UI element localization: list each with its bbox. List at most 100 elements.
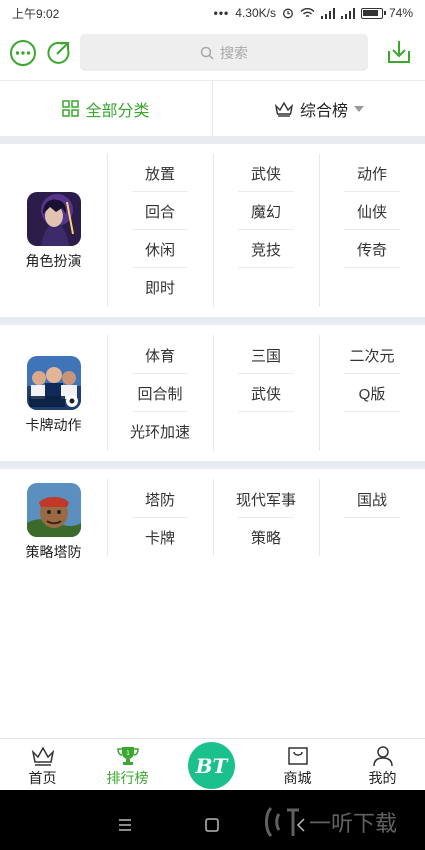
- tab-ranking[interactable]: 1 排行榜: [85, 739, 170, 791]
- tag-divider: [344, 373, 400, 374]
- strategy-game-icon: [26, 483, 81, 537]
- download-icon[interactable]: [385, 38, 413, 66]
- status-bar: 上午9:02 ••• 4.30K/s 74%: [0, 0, 425, 26]
- watermark: 一听下载: [263, 805, 397, 839]
- tag-divider: [238, 517, 294, 518]
- svg-text:1: 1: [126, 750, 130, 757]
- tag-divider: [132, 191, 188, 192]
- share-icon[interactable]: [45, 39, 73, 67]
- user-icon: [372, 746, 393, 766]
- tag-button[interactable]: 塔防: [107, 480, 213, 518]
- tag-divider: [132, 373, 188, 374]
- tag-button[interactable]: 策略: [213, 518, 319, 556]
- watermark-text: 一听下载: [309, 811, 398, 836]
- tag-divider: [132, 267, 188, 268]
- all-categories-label: 全部分类: [85, 102, 150, 120]
- tag-button[interactable]: 体育: [107, 336, 213, 374]
- tag-divider: [344, 517, 400, 518]
- category-name: 角色扮演: [25, 253, 82, 269]
- tag-button[interactable]: 动作: [319, 154, 425, 192]
- search-icon: [200, 46, 214, 60]
- battery-icon: [360, 7, 386, 19]
- tag-divider: [132, 229, 188, 230]
- home-nav-icon[interactable]: [205, 818, 219, 832]
- tag-button[interactable]: 三国: [213, 336, 319, 374]
- all-categories-button[interactable]: 全部分类: [0, 81, 212, 136]
- tab-label: 排行榜: [106, 770, 149, 786]
- shopping-bag-icon: [287, 747, 308, 765]
- tag-button[interactable]: 休闲: [107, 230, 213, 268]
- category-header-strategy[interactable]: 策略塔防: [0, 483, 107, 562]
- tag-button[interactable]: 竞技: [213, 230, 319, 268]
- tag-button[interactable]: 回合: [107, 192, 213, 230]
- section-gap: [0, 136, 425, 144]
- tag-button[interactable]: 武侠: [213, 374, 319, 412]
- alarm-icon: [283, 8, 293, 19]
- category-header-card[interactable]: 卡牌动作: [0, 356, 107, 435]
- bt-button[interactable]: BT: [188, 742, 235, 789]
- tab-mall[interactable]: 商城: [255, 739, 340, 791]
- crown-icon: [31, 746, 54, 766]
- message-icon[interactable]: [9, 39, 37, 67]
- tag-divider: [344, 229, 400, 230]
- tag-button[interactable]: 卡牌: [107, 518, 213, 556]
- tag-button[interactable]: 回合制: [107, 374, 213, 412]
- ranking-dropdown[interactable]: 综合榜: [213, 81, 425, 136]
- tag-button[interactable]: 仙侠: [319, 192, 425, 230]
- tag-button[interactable]: 魔幻: [213, 192, 319, 230]
- caret-down-icon: [354, 105, 364, 112]
- signal-icon: [320, 7, 335, 19]
- tag-divider: [238, 191, 294, 192]
- section-gap: [0, 317, 425, 325]
- watermark-logo-icon: [265, 806, 299, 838]
- category-header-rpg[interactable]: 角色扮演: [0, 192, 107, 271]
- status-time: 上午9:02: [12, 6, 60, 21]
- tag-divider: [344, 411, 400, 412]
- signal-icon-2: [340, 7, 355, 19]
- crown-icon: [274, 101, 294, 117]
- network-speed: 4.30K/s: [235, 6, 276, 20]
- tag-divider: [132, 411, 188, 412]
- ranking-label: 综合榜: [299, 102, 348, 120]
- tab-label: 我的: [368, 770, 397, 786]
- category-section-strategy: 策略塔防 塔防 现代军事 国战 卡牌 策略: [0, 469, 425, 562]
- tag-button[interactable]: 光环加速: [107, 412, 213, 450]
- tag-button[interactable]: 武侠: [213, 154, 319, 192]
- card-game-icon: [26, 356, 81, 410]
- bt-label: BT: [195, 753, 228, 778]
- tag-button[interactable]: 现代军事: [213, 480, 319, 518]
- tag-divider: [344, 267, 400, 268]
- category-name: 卡牌动作: [25, 417, 82, 433]
- tag-divider: [344, 191, 400, 192]
- tag-divider: [132, 517, 188, 518]
- wifi-icon: [300, 8, 315, 18]
- top-bar: 搜索: [0, 26, 425, 80]
- category-section-card: 卡牌动作 体育 三国 二次元 回合制 武侠 Q版 光环加速: [0, 325, 425, 461]
- battery-level: 74%: [388, 6, 413, 20]
- search-placeholder: 搜索: [220, 44, 248, 61]
- rpg-game-icon: [26, 192, 81, 246]
- tag-button[interactable]: 放置: [107, 154, 213, 192]
- menu-icon[interactable]: [118, 819, 132, 831]
- tag-button[interactable]: Q版: [319, 374, 425, 412]
- tab-label: 首页: [28, 770, 57, 786]
- grid-icon: [62, 100, 80, 117]
- status-indicators: ••• 4.30K/s 74%: [214, 6, 413, 20]
- tag-button[interactable]: 二次元: [319, 336, 425, 374]
- category-name: 策略塔防: [25, 544, 82, 560]
- tag-button[interactable]: 国战: [319, 480, 425, 518]
- filter-bar: 全部分类 综合榜: [0, 81, 425, 136]
- search-box[interactable]: 搜索: [80, 34, 368, 71]
- tag-divider: [238, 229, 294, 230]
- tag-divider: [238, 411, 294, 412]
- tag-divider: [238, 267, 294, 268]
- more-dots-icon: •••: [213, 6, 230, 20]
- trophy-icon: 1: [116, 747, 139, 765]
- tag-button[interactable]: 即时: [107, 268, 213, 306]
- category-section-rpg: 角色扮演 放置 武侠 动作 回合 魔幻 仙侠 休闲 竞技 传奇 即时: [0, 144, 425, 317]
- tab-home[interactable]: 首页: [0, 739, 85, 791]
- section-gap: [0, 461, 425, 469]
- tag-button[interactable]: 传奇: [319, 230, 425, 268]
- tab-mine[interactable]: 我的: [340, 739, 425, 791]
- tab-label: 商城: [283, 770, 312, 786]
